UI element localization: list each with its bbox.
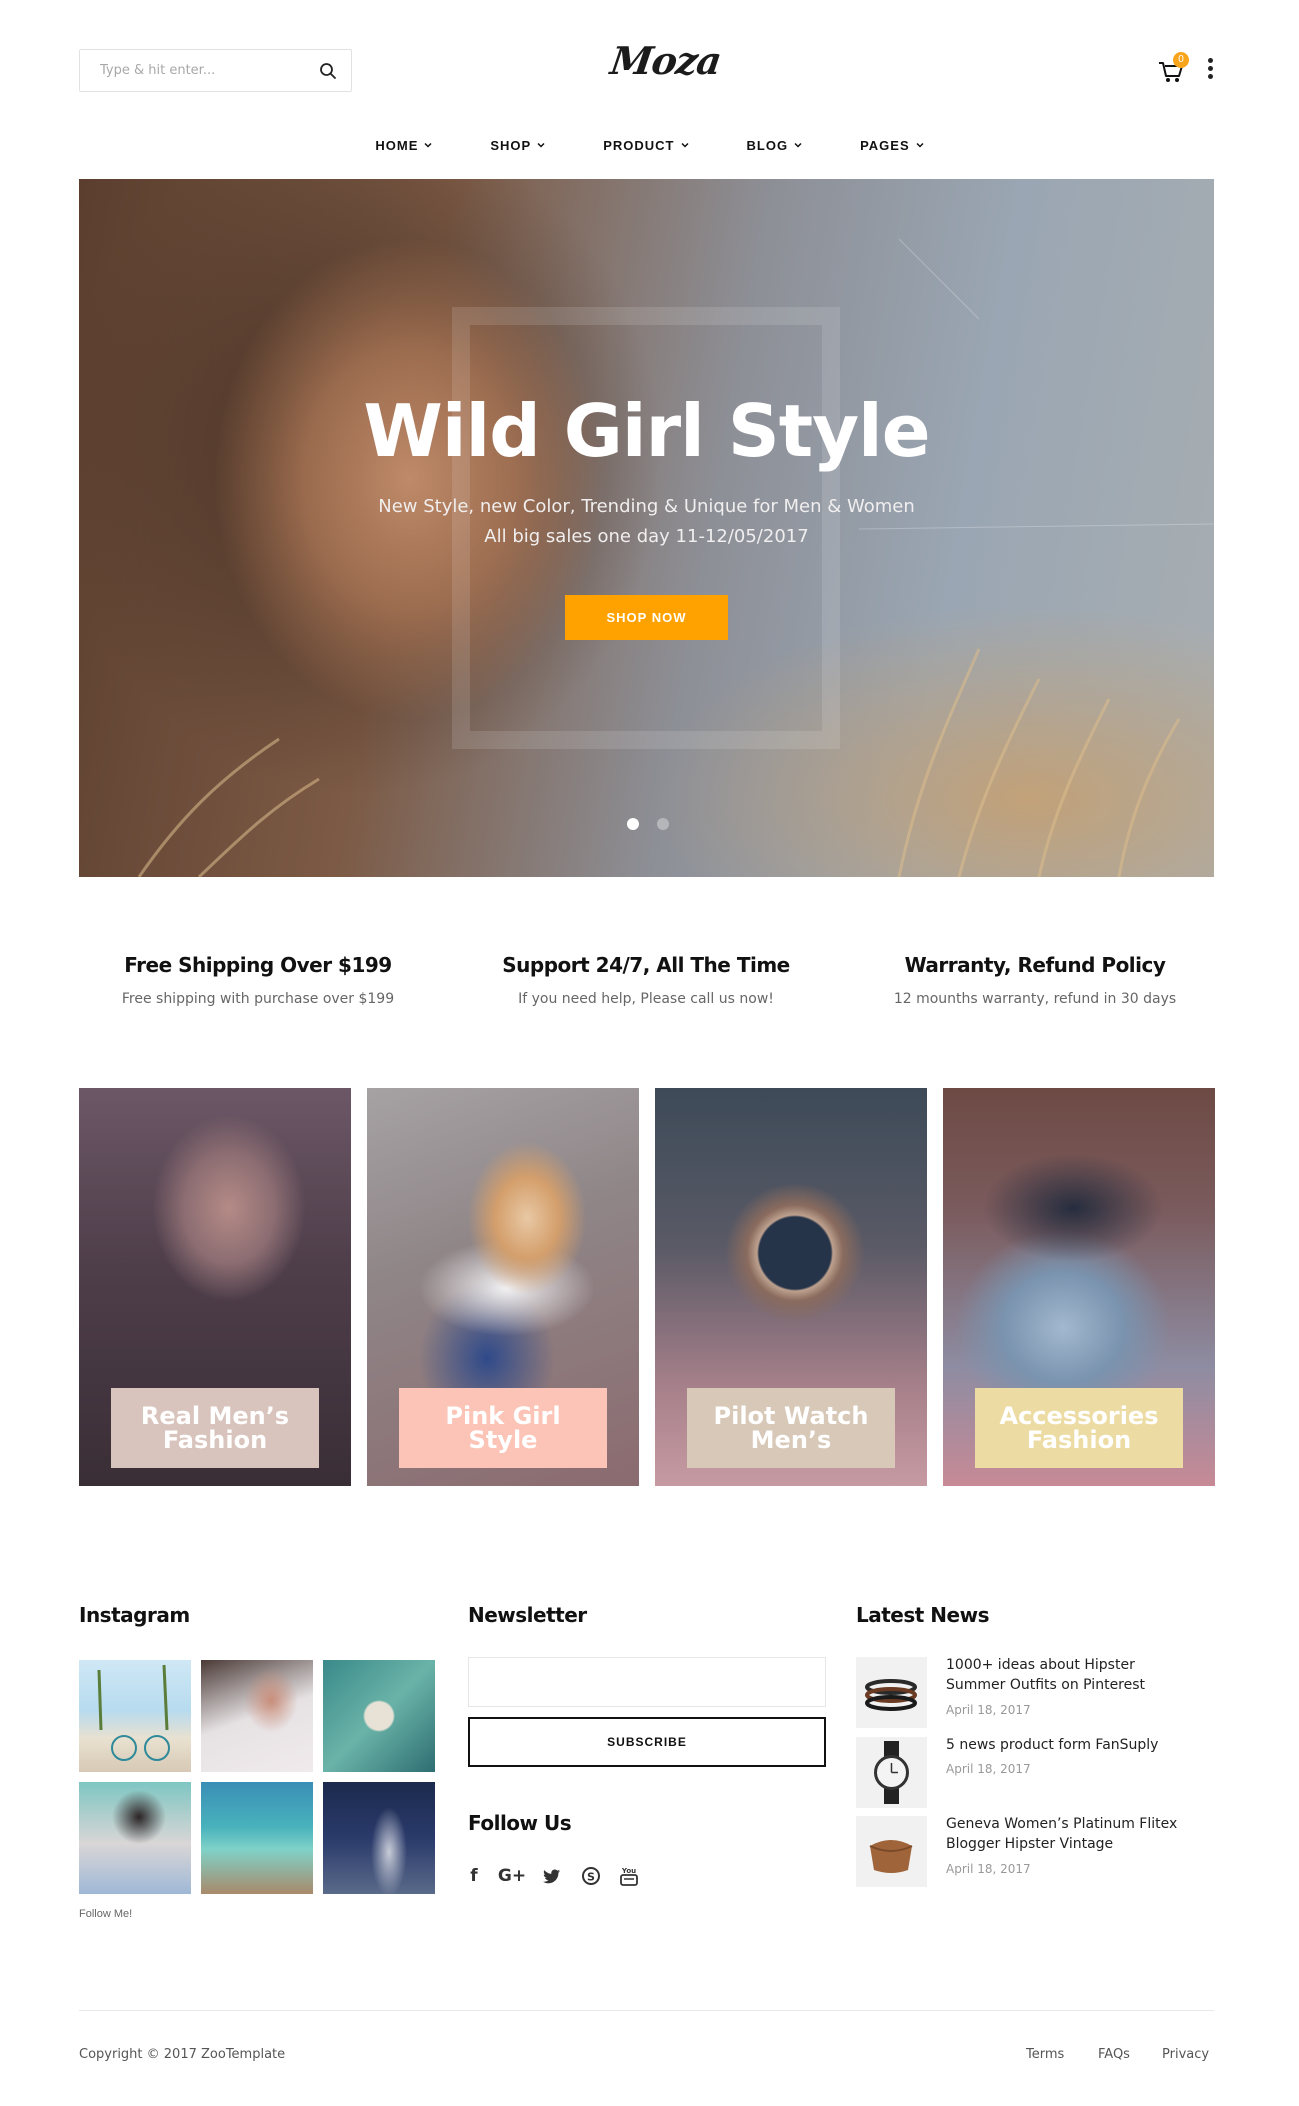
category-card-accessories[interactable]: Accessories Fashion: [943, 1088, 1215, 1486]
category-label: Pilot Watch Men’s: [687, 1388, 895, 1468]
news-item-title[interactable]: 1000+ ideas about Hipster Summer Outfits…: [946, 1655, 1196, 1695]
chevron-down-icon: [794, 142, 802, 148]
svg-text:S: S: [587, 1871, 595, 1884]
chevron-down-icon: [916, 142, 924, 148]
category-label: Real Men’s Fashion: [111, 1388, 319, 1468]
feature-support: Support 24/7, All The Time If you need h…: [456, 953, 836, 1007]
subscribe-button[interactable]: SUBSCRIBE: [468, 1717, 826, 1767]
search-input[interactable]: [100, 50, 305, 91]
youtube-icon[interactable]: You: [618, 1865, 640, 1887]
chevron-down-icon: [424, 142, 432, 148]
search-icon[interactable]: [319, 62, 337, 80]
instagram-photo[interactable]: [201, 1782, 313, 1894]
slider-dot-1[interactable]: [627, 818, 639, 830]
search-box[interactable]: [79, 49, 352, 92]
google-plus-icon[interactable]: G+: [497, 1865, 527, 1887]
slider-dot-2[interactable]: [657, 818, 669, 830]
bicycle-photo: [97, 1664, 170, 1761]
nav-item-label: PRODUCT: [603, 137, 675, 153]
nav-item-label: SHOP: [490, 137, 532, 153]
news-item-date: April 18, 2017: [946, 1703, 1031, 1717]
news-thumbnail[interactable]: [856, 1657, 927, 1728]
hero-subtitle-line1: New Style, new Color, Trending & Unique …: [378, 496, 915, 517]
news-item-title[interactable]: Geneva Women’s Platinum Flitex Blogger H…: [946, 1814, 1196, 1854]
category-label: Accessories Fashion: [975, 1388, 1183, 1468]
copyright-text: Copyright © 2017 ZooTemplate: [79, 2047, 286, 2062]
feature-title: Support 24/7, All The Time: [502, 953, 790, 977]
instagram-photo[interactable]: [323, 1660, 435, 1772]
nav-item-label: PAGES: [860, 137, 910, 153]
feature-text: 12 mounths warranty, refund in 30 days: [893, 991, 1177, 1007]
news-item-date: April 18, 2017: [946, 1762, 1031, 1776]
nav-item-label: BLOG: [746, 137, 789, 153]
twitter-icon[interactable]: [541, 1865, 563, 1887]
nav-item-blog[interactable]: BLOG: [718, 130, 832, 160]
main-nav: HOME SHOP PRODUCT BLOG PAGES: [0, 130, 1299, 160]
category-card-pink[interactable]: Pink Girl Style: [367, 1088, 639, 1486]
hero-title: Wild Girl Style: [363, 389, 930, 473]
feature-shipping: Free Shipping Over $199 Free shipping wi…: [68, 953, 448, 1007]
bag-image: [869, 1840, 913, 1873]
shop-now-button[interactable]: SHOP NOW: [565, 595, 728, 640]
facebook-icon[interactable]: f: [463, 1865, 485, 1887]
instagram-photo[interactable]: [79, 1660, 191, 1772]
news-thumbnail[interactable]: [856, 1737, 927, 1808]
category-label: Pink Girl Style: [399, 1388, 607, 1468]
more-menu-icon[interactable]: [1205, 58, 1215, 82]
bracelet-image: [865, 1679, 917, 1711]
footer-link-terms[interactable]: Terms: [1026, 2047, 1064, 2062]
instagram-title: Instagram: [79, 1603, 190, 1627]
latest-news-title: Latest News: [856, 1603, 989, 1627]
hero-slider: Wild Girl Style New Style, new Color, Tr…: [79, 179, 1214, 877]
slider-dots: [627, 818, 669, 830]
feature-text: Free shipping with purchase over $199: [121, 991, 395, 1007]
nav-item-label: HOME: [375, 137, 419, 153]
nav-item-shop[interactable]: SHOP: [461, 130, 574, 160]
category-card-mens[interactable]: Real Men’s Fashion: [79, 1088, 351, 1486]
nav-item-product[interactable]: PRODUCT: [574, 130, 717, 160]
chevron-down-icon: [537, 142, 545, 148]
feature-warranty: Warranty, Refund Policy 12 mounths warra…: [845, 953, 1225, 1007]
news-item-title[interactable]: 5 news product form FanSuply: [946, 1735, 1196, 1755]
news-item-date: April 18, 2017: [946, 1862, 1031, 1876]
feature-text: If you need help, Please call us now!: [518, 991, 774, 1007]
hero-subtitle-line2: All big sales one day 11-12/05/2017: [484, 526, 809, 547]
feature-title: Free Shipping Over $199: [124, 953, 392, 977]
svg-text:You: You: [621, 1867, 636, 1875]
category-card-watch[interactable]: Pilot Watch Men’s: [655, 1088, 927, 1486]
feature-title: Warranty, Refund Policy: [904, 953, 1166, 977]
site-logo[interactable]: Moza: [606, 38, 724, 96]
instagram-photo[interactable]: [201, 1660, 313, 1772]
skype-icon[interactable]: S: [580, 1865, 602, 1887]
nav-item-home[interactable]: HOME: [346, 130, 461, 160]
instagram-photo[interactable]: [79, 1782, 191, 1894]
news-thumbnail[interactable]: [856, 1816, 927, 1887]
cart-count-badge: 0: [1173, 52, 1189, 68]
newsletter-title: Newsletter: [468, 1603, 587, 1627]
instagram-photo[interactable]: [323, 1782, 435, 1894]
watch-image: [874, 1741, 909, 1804]
footer-link-privacy[interactable]: Privacy: [1162, 2047, 1209, 2062]
nav-item-pages[interactable]: PAGES: [831, 130, 953, 160]
chevron-down-icon: [680, 142, 689, 148]
newsletter-email-input[interactable]: [468, 1657, 826, 1707]
footer-divider: [79, 2010, 1214, 2011]
follow-us-title: Follow Us: [468, 1811, 572, 1835]
instagram-follow-link[interactable]: Follow Me!: [79, 1908, 132, 1920]
footer-link-faqs[interactable]: FAQs: [1098, 2047, 1130, 2062]
